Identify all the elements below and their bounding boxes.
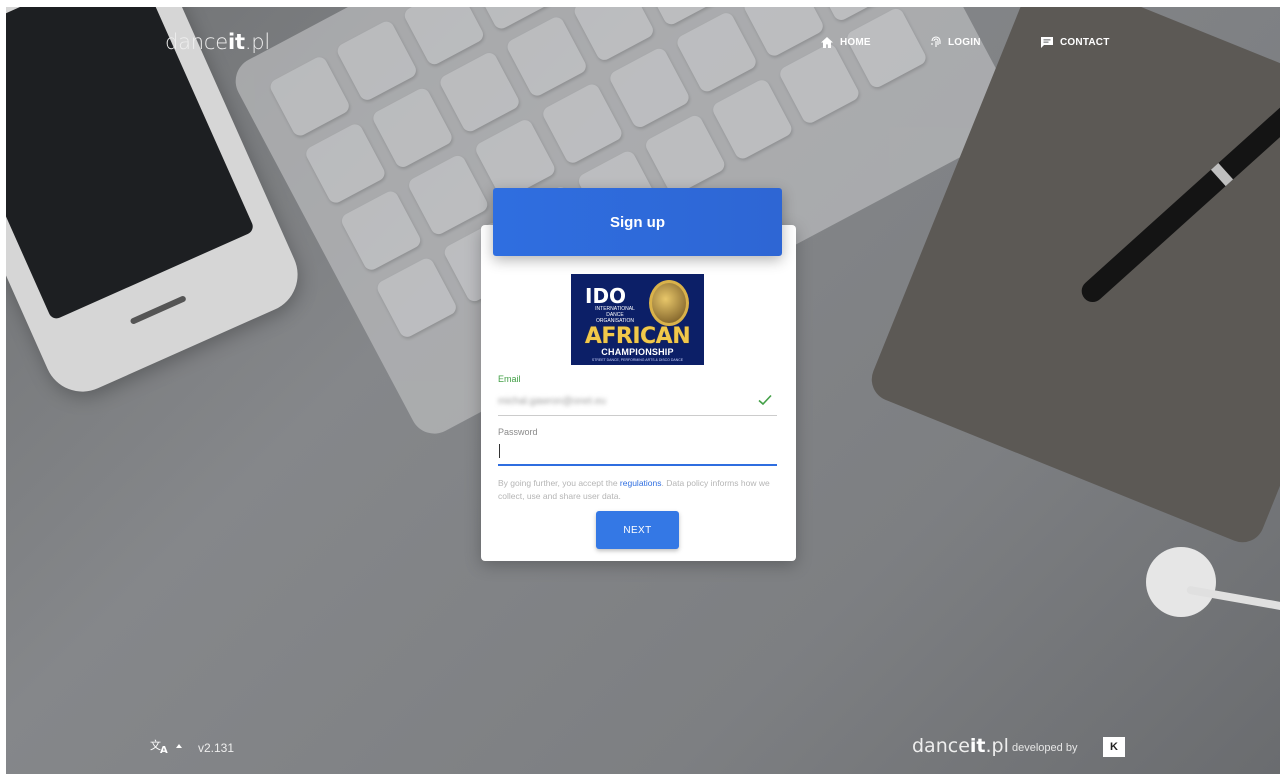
email-value: michal.gawron@onet.eu (498, 396, 606, 407)
nav-contact[interactable]: CONTACT (1040, 36, 1130, 49)
earbud-decoration (1146, 547, 1216, 617)
home-icon (820, 36, 834, 49)
signup-title: Sign up (493, 188, 782, 256)
regulations-link[interactable]: regulations (620, 478, 662, 488)
password-field[interactable] (498, 442, 777, 466)
check-icon (757, 393, 773, 407)
email-field[interactable]: michal.gawron@onet.eu (498, 391, 777, 416)
nav-home-label: HOME (840, 37, 871, 48)
next-button[interactable]: NEXT (596, 511, 679, 549)
email-label: Email (498, 374, 521, 384)
developer-logo[interactable]: K (1103, 737, 1125, 757)
nav-login-label: LOGIN (948, 37, 981, 48)
translate-icon: 文A (150, 738, 170, 754)
terms-text: By going further, you accept the regulat… (498, 478, 770, 501)
app-version: v2.131 (198, 741, 235, 755)
caret-up-icon (176, 743, 182, 749)
globe-icon (649, 280, 689, 326)
nav-login[interactable]: LOGIN (930, 36, 1000, 49)
footer-brand[interactable]: danceit.pl (912, 735, 1009, 757)
language-selector[interactable]: 文A (150, 738, 182, 754)
brand-logo[interactable]: danceit.pl (165, 30, 270, 54)
event-logo: IDO INTERNATIONAL DANCE ORGANISATION AFR… (571, 274, 704, 365)
chat-icon (1040, 36, 1054, 49)
nav-home[interactable]: HOME (820, 36, 871, 49)
text-caret (499, 444, 500, 458)
developed-by-text: developed by (1012, 742, 1078, 754)
svg-text:A: A (160, 745, 168, 754)
nav-contact-label: CONTACT (1060, 37, 1110, 48)
fingerprint-icon (930, 36, 942, 49)
password-label: Password (498, 427, 538, 437)
